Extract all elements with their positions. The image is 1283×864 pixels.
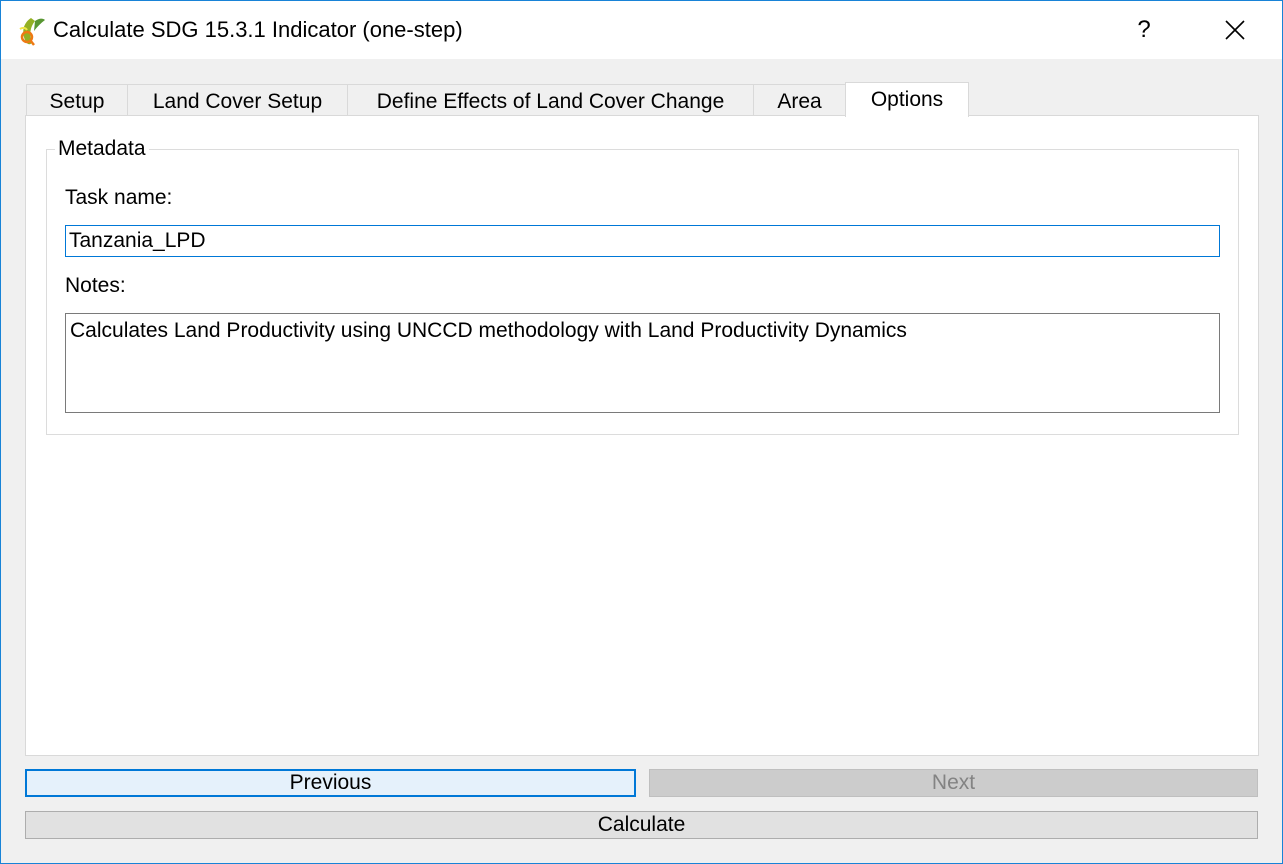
tab-options[interactable]: Options — [845, 82, 969, 117]
next-button[interactable]: Next — [649, 769, 1258, 797]
options-panel: Metadata Task name: Notes: Calculates La… — [25, 115, 1259, 756]
metadata-groupbox: Metadata Task name: Notes: Calculates La… — [46, 137, 1239, 435]
close-button[interactable] — [1209, 11, 1261, 49]
help-button[interactable]: ? — [1121, 11, 1167, 49]
task-name-input[interactable] — [65, 225, 1220, 257]
notes-textarea[interactable]: Calculates Land Productivity using UNCCD… — [65, 313, 1220, 413]
close-icon — [1209, 20, 1261, 53]
metadata-group-title: Metadata — [55, 137, 149, 161]
dialog-window: Calculate SDG 15.3.1 Indicator (one-step… — [0, 0, 1283, 864]
calculate-button[interactable]: Calculate — [25, 811, 1258, 839]
notes-label: Notes: — [65, 274, 126, 297]
task-name-label: Task name: — [65, 186, 173, 209]
previous-button[interactable]: Previous — [25, 769, 636, 797]
window-title: Calculate SDG 15.3.1 Indicator (one-step… — [53, 17, 463, 42]
tab-area[interactable]: Area — [753, 84, 846, 116]
tab-land-cover-setup[interactable]: Land Cover Setup — [127, 84, 348, 116]
tab-setup[interactable]: Setup — [26, 84, 128, 116]
tab-define-effects[interactable]: Define Effects of Land Cover Change — [347, 84, 754, 116]
title-bar: Calculate SDG 15.3.1 Indicator (one-step… — [1, 1, 1282, 59]
qgis-logo-icon — [17, 15, 47, 47]
